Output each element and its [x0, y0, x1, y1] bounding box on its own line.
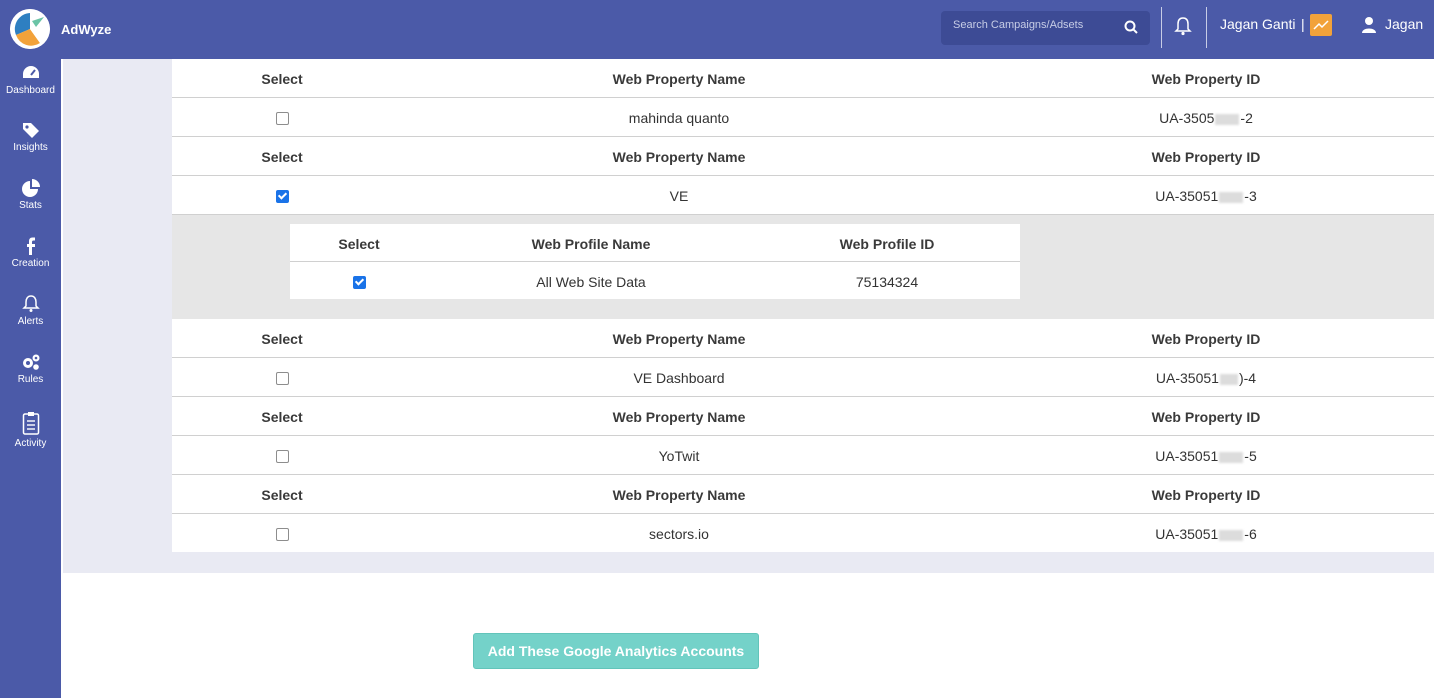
table-header-row: Select Web Property Name Web Property ID: [172, 475, 1434, 514]
facebook-icon: [26, 237, 35, 255]
header-property-id: Web Property ID: [1151, 331, 1261, 347]
property-name: YoTwit: [658, 448, 700, 464]
table-row: sectors.io UA-35051 -6: [172, 514, 1434, 552]
redacted-text: [1219, 373, 1238, 385]
sidebar-item-insights[interactable]: Insights: [0, 121, 61, 153]
redacted-text: [1219, 529, 1244, 541]
sidebar-item-rules[interactable]: Rules: [0, 353, 61, 385]
header-select: Select: [261, 487, 303, 503]
tags-icon: [22, 123, 39, 138]
select-checkbox[interactable]: [275, 449, 289, 463]
trend-icon[interactable]: [1310, 14, 1332, 36]
sidebar-item-stats[interactable]: Stats: [0, 179, 61, 211]
property-id: UA-35051)-4: [1155, 370, 1257, 386]
header-select: Select: [261, 331, 303, 347]
header-property-name: Web Property Name: [612, 487, 746, 503]
property-name: VE Dashboard: [633, 370, 725, 386]
gears-icon: [22, 354, 39, 370]
table-row: VE Dashboard UA-35051)-4: [172, 358, 1434, 397]
top-bar: AdWyze Search Campaigns/Adsets Jagan Gan…: [0, 0, 1434, 59]
search-box[interactable]: Search Campaigns/Adsets: [941, 11, 1150, 45]
profile-name: All Web Site Data: [536, 274, 646, 290]
separator: |: [1301, 16, 1305, 32]
sidebar-item-creation[interactable]: Creation: [0, 237, 61, 269]
table-row: YoTwit UA-35051 -5: [172, 436, 1434, 475]
property-name: mahinda quanto: [628, 110, 730, 126]
redacted-text: [1219, 191, 1244, 203]
select-checkbox[interactable]: [275, 111, 289, 125]
bell-icon: [21, 295, 40, 312]
pie-chart-icon: [21, 179, 40, 197]
search-icon[interactable]: [1124, 20, 1138, 39]
property-id: UA-3505 -2: [1159, 110, 1253, 126]
table-header-row: Select Web Property Name Web Property ID: [172, 59, 1434, 98]
sidebar-item-label: Dashboard: [6, 85, 55, 96]
header-property-name: Web Property Name: [612, 331, 746, 347]
profile-id: 75134324: [855, 274, 919, 290]
header-property-name: Web Property Name: [612, 149, 746, 165]
select-checkbox[interactable]: [275, 527, 289, 541]
table-header-row: Select Web Property Name Web Property ID: [172, 319, 1434, 358]
header-select: Select: [338, 236, 380, 252]
header-profile-name: Web Profile Name: [531, 236, 651, 252]
clipboard-icon: [22, 412, 39, 435]
header-property-name: Web Property Name: [612, 71, 746, 87]
table-header-row: Select Web Profile Name Web Profile ID: [290, 224, 1020, 262]
dashboard-icon: [22, 66, 39, 78]
search-input[interactable]: Search Campaigns/Adsets: [953, 19, 1083, 31]
table-header-row: Select Web Property Name Web Property ID: [172, 137, 1434, 176]
divider: [1161, 7, 1162, 48]
account-name[interactable]: Jagan: [1385, 16, 1423, 32]
sidebar-item-label: Activity: [14, 438, 47, 449]
sidebar-item-dashboard[interactable]: Dashboard: [0, 64, 61, 96]
header-property-id: Web Property ID: [1151, 409, 1261, 425]
sidebar-item-label: Creation: [11, 258, 50, 269]
header-property-name: Web Property Name: [612, 409, 746, 425]
notifications-bell-icon[interactable]: [1174, 16, 1192, 41]
sidebar: Dashboard Insights Stats Creation Alerts…: [0, 59, 61, 698]
sidebar-item-label: Stats: [19, 200, 42, 211]
redacted-text: [1215, 113, 1240, 125]
profile-section: Select Web Profile Name Web Profile ID A…: [172, 215, 1434, 319]
sidebar-item-label: Rules: [17, 374, 44, 385]
add-google-analytics-accounts-button[interactable]: Add These Google Analytics Accounts: [473, 633, 759, 669]
header-select: Select: [261, 149, 303, 165]
divider: [1206, 7, 1207, 48]
property-name: VE: [669, 188, 689, 204]
web-property-table: Select Web Property Name Web Property ID…: [172, 59, 1434, 552]
header-property-id: Web Property ID: [1151, 149, 1261, 165]
sidebar-item-activity[interactable]: Activity: [0, 411, 61, 449]
header-property-id: Web Property ID: [1151, 71, 1261, 87]
brand-name: AdWyze: [61, 22, 112, 37]
header-select: Select: [261, 71, 303, 87]
table-row: VE UA-35051 -3: [172, 176, 1434, 215]
header-property-id: Web Property ID: [1151, 487, 1261, 503]
select-checkbox[interactable]: [275, 371, 289, 385]
table-header-row: Select Web Property Name Web Property ID: [172, 397, 1434, 436]
app-logo[interactable]: [10, 9, 50, 49]
property-name: sectors.io: [649, 526, 709, 542]
select-checkbox[interactable]: [275, 189, 289, 203]
table-row: mahinda quanto UA-3505 -2: [172, 98, 1434, 137]
web-profile-table: Select Web Profile Name Web Profile ID A…: [290, 224, 1020, 299]
header-select: Select: [261, 409, 303, 425]
header-profile-id: Web Profile ID: [839, 236, 935, 252]
sidebar-item-alerts[interactable]: Alerts: [0, 295, 61, 327]
property-id: UA-35051 -6: [1155, 526, 1257, 542]
property-id: UA-35051 -3: [1155, 188, 1257, 204]
table-row: All Web Site Data 75134324: [290, 262, 1020, 299]
select-checkbox[interactable]: [352, 275, 366, 289]
user-icon[interactable]: [1361, 16, 1377, 38]
redacted-text: [1219, 451, 1244, 463]
sidebar-item-label: Alerts: [17, 316, 44, 327]
sidebar-item-label: Insights: [13, 142, 48, 153]
property-id: UA-35051 -5: [1155, 448, 1257, 464]
user-name[interactable]: Jagan Ganti: [1220, 16, 1296, 32]
